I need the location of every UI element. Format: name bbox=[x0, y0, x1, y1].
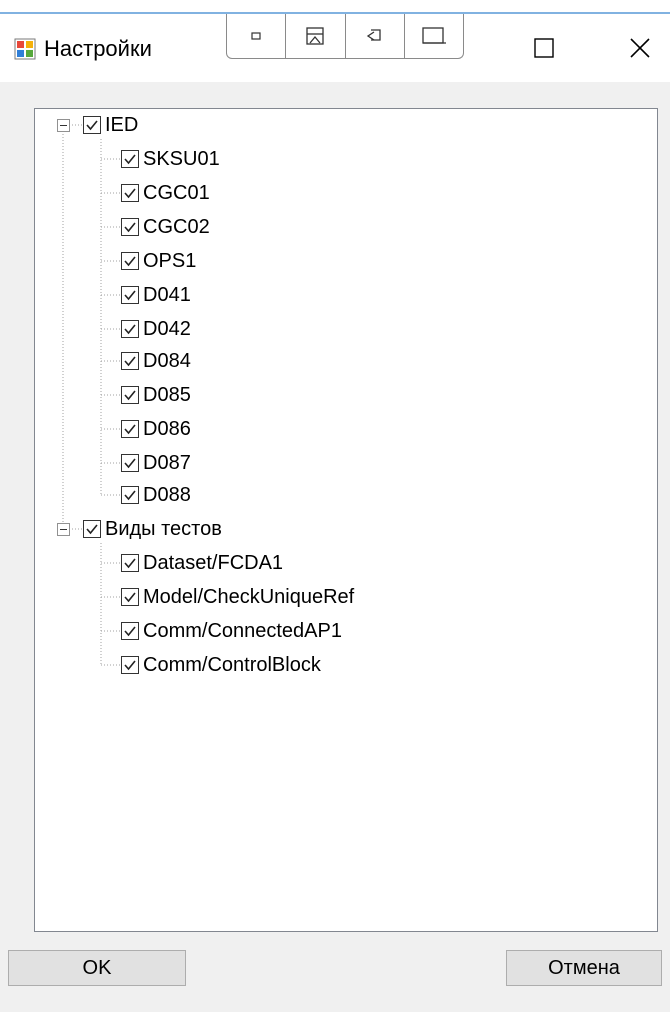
tree-node-label: Comm/ControlBlock bbox=[143, 653, 321, 676]
tree-node-label: SKSU01 bbox=[143, 147, 220, 170]
checkbox-checked-icon[interactable] bbox=[121, 218, 139, 236]
collapse-toggle-ied[interactable] bbox=[57, 119, 70, 132]
tree-node-ied-child[interactable]: D042 bbox=[121, 315, 191, 343]
tree-node-label: CGC01 bbox=[143, 181, 210, 204]
close-button[interactable] bbox=[620, 30, 660, 66]
tree-node-label: OPS1 bbox=[143, 249, 197, 272]
checkbox-checked-icon[interactable] bbox=[121, 656, 139, 674]
checkbox-checked-icon[interactable] bbox=[121, 150, 139, 168]
tree-node-ied-child[interactable]: D085 bbox=[121, 381, 191, 409]
tree-node-ied[interactable]: IED bbox=[83, 111, 138, 139]
tree-node-label: D084 bbox=[143, 349, 191, 372]
tree-node-label: D085 bbox=[143, 383, 191, 406]
snap-layouts-bar bbox=[226, 14, 464, 59]
checkbox-checked-icon[interactable] bbox=[121, 184, 139, 202]
checkbox-checked-icon[interactable] bbox=[121, 386, 139, 404]
tree-node-label: IED bbox=[105, 113, 139, 136]
checkbox-checked-icon[interactable] bbox=[121, 486, 139, 504]
checkbox-checked-icon[interactable] bbox=[121, 352, 139, 370]
tree-node-label: D041 bbox=[143, 283, 191, 306]
tree-node-ied-child[interactable]: D088 bbox=[121, 481, 191, 509]
checkbox-checked-icon[interactable] bbox=[121, 252, 139, 270]
maximize-button[interactable] bbox=[524, 30, 564, 66]
checkbox-checked-icon[interactable] bbox=[121, 588, 139, 606]
tree-node-label: Comm/ConnectedAP1 bbox=[143, 619, 342, 642]
tree-node-tests-child[interactable]: Comm/ConnectedAP1 bbox=[121, 617, 342, 645]
tree-node-tests[interactable]: Виды тестов bbox=[83, 515, 222, 543]
checkbox-checked-icon[interactable] bbox=[121, 286, 139, 304]
title-bar: Настройки bbox=[0, 0, 670, 82]
settings-tree[interactable]: IED SKSU01 CGC01 CGC02 OPS1 D041 D042 D0… bbox=[34, 108, 658, 932]
checkbox-checked-icon[interactable] bbox=[121, 320, 139, 338]
close-icon bbox=[630, 38, 650, 58]
collapse-toggle-tests[interactable] bbox=[57, 523, 70, 536]
tree-node-ied-child[interactable]: D086 bbox=[121, 415, 191, 443]
snap-side-icon[interactable] bbox=[405, 14, 463, 58]
checkbox-checked-icon[interactable] bbox=[121, 420, 139, 438]
checkbox-checked-icon[interactable] bbox=[83, 520, 101, 538]
tree-node-label: Model/CheckUniqueRef bbox=[143, 585, 355, 608]
maximize-icon bbox=[534, 38, 554, 58]
app-icon bbox=[14, 38, 36, 60]
snap-restore-icon[interactable] bbox=[346, 14, 405, 58]
snap-top-icon[interactable] bbox=[286, 14, 346, 58]
checkbox-checked-icon[interactable] bbox=[121, 554, 139, 572]
tree-node-label: Виды тестов bbox=[105, 517, 222, 540]
tree-node-ied-child[interactable]: D041 bbox=[121, 281, 191, 309]
tree-node-tests-child[interactable]: Dataset/FCDA1 bbox=[121, 549, 283, 577]
tree-node-label: CGC02 bbox=[143, 215, 210, 238]
checkbox-checked-icon[interactable] bbox=[83, 116, 101, 134]
tree-node-tests-child[interactable]: Model/CheckUniqueRef bbox=[121, 583, 354, 611]
tree-node-ied-child[interactable]: SKSU01 bbox=[121, 145, 220, 173]
tree-node-ied-child[interactable]: D087 bbox=[121, 449, 191, 477]
checkbox-checked-icon[interactable] bbox=[121, 622, 139, 640]
tree-node-ied-child[interactable]: CGC01 bbox=[121, 179, 210, 207]
tree-node-tests-child[interactable]: Comm/ControlBlock bbox=[121, 651, 321, 679]
window-title: Настройки bbox=[44, 36, 152, 61]
tree-node-label: D087 bbox=[143, 451, 191, 474]
tree-node-ied-child[interactable]: OPS1 bbox=[121, 247, 196, 275]
tree-node-ied-child[interactable]: CGC02 bbox=[121, 213, 210, 241]
ok-button[interactable]: OK bbox=[8, 950, 186, 986]
checkbox-checked-icon[interactable] bbox=[121, 454, 139, 472]
cancel-button[interactable]: Отмена bbox=[506, 950, 662, 986]
tree-node-ied-child[interactable]: D084 bbox=[121, 347, 191, 375]
snap-small-icon[interactable] bbox=[227, 14, 287, 58]
tree-node-label: D088 bbox=[143, 483, 191, 506]
tree-node-label: D086 bbox=[143, 417, 191, 440]
tree-node-label: Dataset/FCDA1 bbox=[143, 551, 284, 574]
tree-node-label: D042 bbox=[143, 317, 191, 340]
